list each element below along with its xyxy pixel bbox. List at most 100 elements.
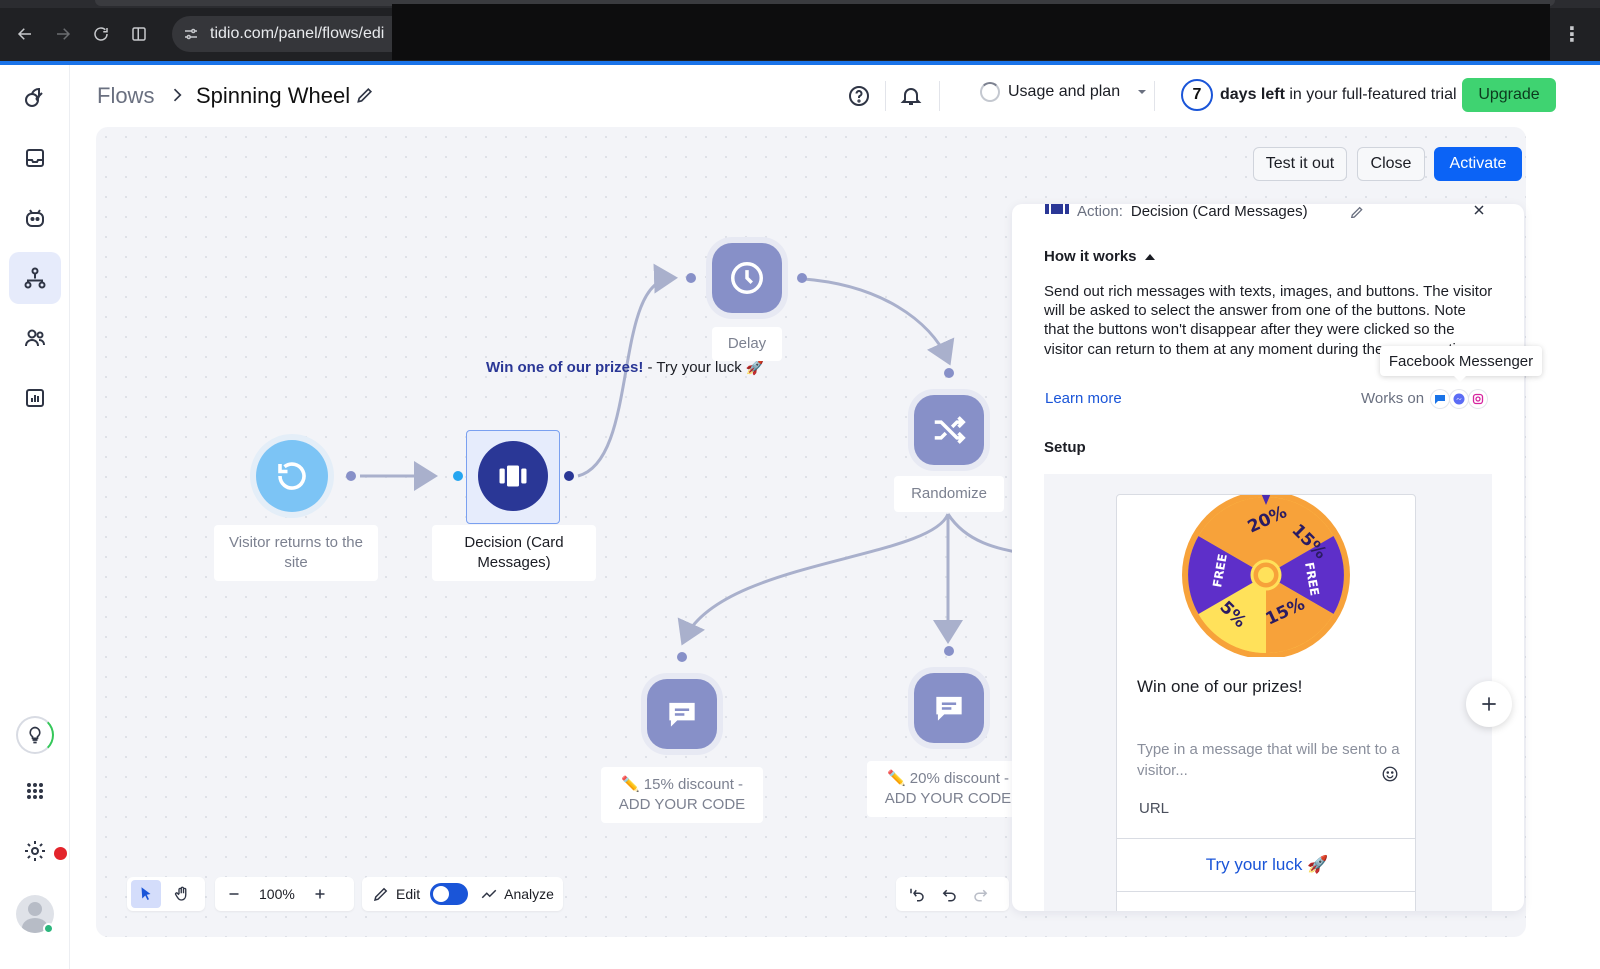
analyze-mode-label[interactable]: Analyze [504, 886, 554, 902]
input-port[interactable] [944, 646, 954, 656]
trial-text: days left in your full-featured trial [1220, 86, 1457, 103]
help-icon[interactable] [847, 84, 871, 108]
restart-icon [278, 462, 306, 490]
trial-days-badge: 7 [1181, 79, 1213, 111]
divider [1154, 81, 1155, 111]
input-port[interactable] [453, 471, 463, 481]
message-node-2[interactable] [914, 673, 984, 743]
close-button[interactable]: Close [1357, 147, 1425, 181]
output-port[interactable] [564, 471, 574, 481]
sidebar-item-ai-agent[interactable] [9, 192, 61, 244]
carousel-icon [1045, 204, 1069, 214]
carousel-icon [499, 465, 527, 487]
decision-node[interactable] [478, 441, 548, 511]
setup-title: Setup [1044, 439, 1086, 456]
card-url-field[interactable]: URL [1139, 800, 1169, 817]
learn-more-link[interactable]: Learn more [1045, 390, 1122, 407]
trend-icon [478, 880, 500, 908]
spinning-wheel-image[interactable]: 20% 15% 15% 5% FREE FREE [1181, 494, 1351, 657]
input-port[interactable] [944, 368, 954, 378]
pencil-icon[interactable] [1349, 204, 1365, 218]
card-title[interactable]: Win one of our prizes! [1137, 677, 1302, 697]
browser-toolbar: tidio.com/panel/flows/edi ⋮ [0, 0, 1600, 65]
sidebar [0, 65, 70, 969]
analytics-icon [26, 389, 44, 407]
usage-label: Usage and plan [1008, 83, 1121, 100]
card-message-preview: 20% 15% 15% 5% FREE FREE Win one of our … [1116, 494, 1416, 911]
livechat-icon[interactable] [1431, 390, 1449, 408]
select-pointer-icon[interactable] [131, 880, 161, 908]
zoom-in-icon[interactable] [305, 880, 335, 908]
edit-mode-label[interactable]: Edit [396, 886, 420, 902]
settings-alert-dot [54, 847, 67, 860]
card-button-try-your-luck[interactable]: Try your luck 🚀 [1117, 839, 1415, 891]
pencil-icon[interactable] [355, 85, 375, 105]
close-icon[interactable] [1471, 204, 1487, 218]
top-header: Flows Spinning Wheel Usage and plan 7 da… [70, 65, 1600, 127]
sidebar-item-flows[interactable] [9, 252, 61, 304]
apps-grid-icon[interactable] [9, 765, 61, 817]
channel-tooltip: Facebook Messenger [1380, 346, 1542, 382]
zoom-out-icon[interactable] [219, 880, 249, 908]
plus-icon [1482, 697, 1496, 711]
test-it-out-button[interactable]: Test it out [1253, 147, 1347, 181]
address-bar[interactable]: tidio.com/panel/flows/edi [172, 16, 392, 52]
input-port[interactable] [677, 652, 687, 662]
works-on-label: Works on [1361, 390, 1425, 407]
redo-icon[interactable] [966, 880, 996, 908]
bell-icon[interactable] [899, 84, 923, 108]
lightbulb-icon[interactable] [16, 716, 54, 754]
trigger-node-label: Visitor returns to the site [214, 525, 378, 581]
edit-analyze-toggle[interactable] [430, 883, 469, 905]
split-view-icon[interactable] [127, 22, 151, 46]
usage-progress-icon [980, 82, 1000, 102]
output-port[interactable] [797, 273, 807, 283]
forward-arrow-icon[interactable] [51, 22, 75, 46]
usage-and-plan-dropdown[interactable]: Usage and plan [980, 82, 1148, 102]
trigger-node[interactable] [256, 440, 328, 512]
canvas-mode-group [127, 877, 205, 911]
how-it-works-toggle[interactable]: How it works [1044, 248, 1155, 265]
add-card-button[interactable] [1466, 681, 1512, 727]
more-vertical-icon[interactable]: ⋮ [1562, 22, 1582, 46]
panel-header: Action: Decision (Card Messages) [1045, 204, 1308, 220]
delay-node[interactable] [712, 243, 782, 313]
decision-node-label: Decision (Card Messages) [432, 525, 596, 581]
breadcrumb-flows[interactable]: Flows [97, 83, 154, 109]
hand-pan-icon[interactable] [167, 880, 197, 908]
input-port[interactable] [686, 273, 696, 283]
flows-icon [24, 267, 46, 289]
zoom-group: 100% [215, 877, 354, 911]
message-node-1[interactable] [647, 679, 717, 749]
dashboard-icon [25, 88, 43, 107]
chevron-right-icon [173, 88, 182, 102]
randomize-node-label: Randomize [894, 476, 1004, 512]
upgrade-button[interactable]: Upgrade [1462, 78, 1556, 112]
sidebar-item-contacts[interactable] [9, 312, 61, 364]
chat-bubble-icon [936, 696, 962, 721]
undo-all-icon[interactable] [902, 880, 932, 908]
sidebar-item-inbox[interactable] [9, 132, 61, 184]
delay-node-label: Delay [712, 327, 782, 361]
site-settings-icon[interactable] [182, 25, 200, 43]
back-arrow-icon[interactable] [13, 22, 37, 46]
divider [939, 81, 940, 111]
messenger-icon[interactable] [1450, 390, 1468, 408]
sidebar-item-dashboard[interactable] [9, 72, 61, 124]
caret-up-icon [1144, 253, 1155, 260]
instagram-icon[interactable] [1469, 390, 1487, 408]
action-name: Decision (Card Messages) [1130, 204, 1308, 220]
chat-bubble-icon [669, 702, 695, 727]
zoom-level: 100% [259, 886, 295, 902]
message-node-1-label: ✏️ 15% discount - ADD YOUR CODE [601, 767, 763, 823]
reload-icon[interactable] [89, 22, 113, 46]
card-message-input[interactable]: Type in a message that will be sent to a… [1137, 739, 1402, 781]
activate-button[interactable]: Activate [1434, 147, 1522, 181]
randomize-node[interactable] [914, 395, 984, 465]
output-port[interactable] [346, 471, 356, 481]
setup-area: 20% 15% 15% 5% FREE FREE Win one of our … [1044, 474, 1492, 911]
emoji-icon[interactable] [1381, 765, 1399, 783]
undo-icon[interactable] [934, 880, 964, 908]
edit-analyze-group: Edit Analyze [362, 877, 563, 911]
sidebar-item-analytics[interactable] [9, 372, 61, 424]
